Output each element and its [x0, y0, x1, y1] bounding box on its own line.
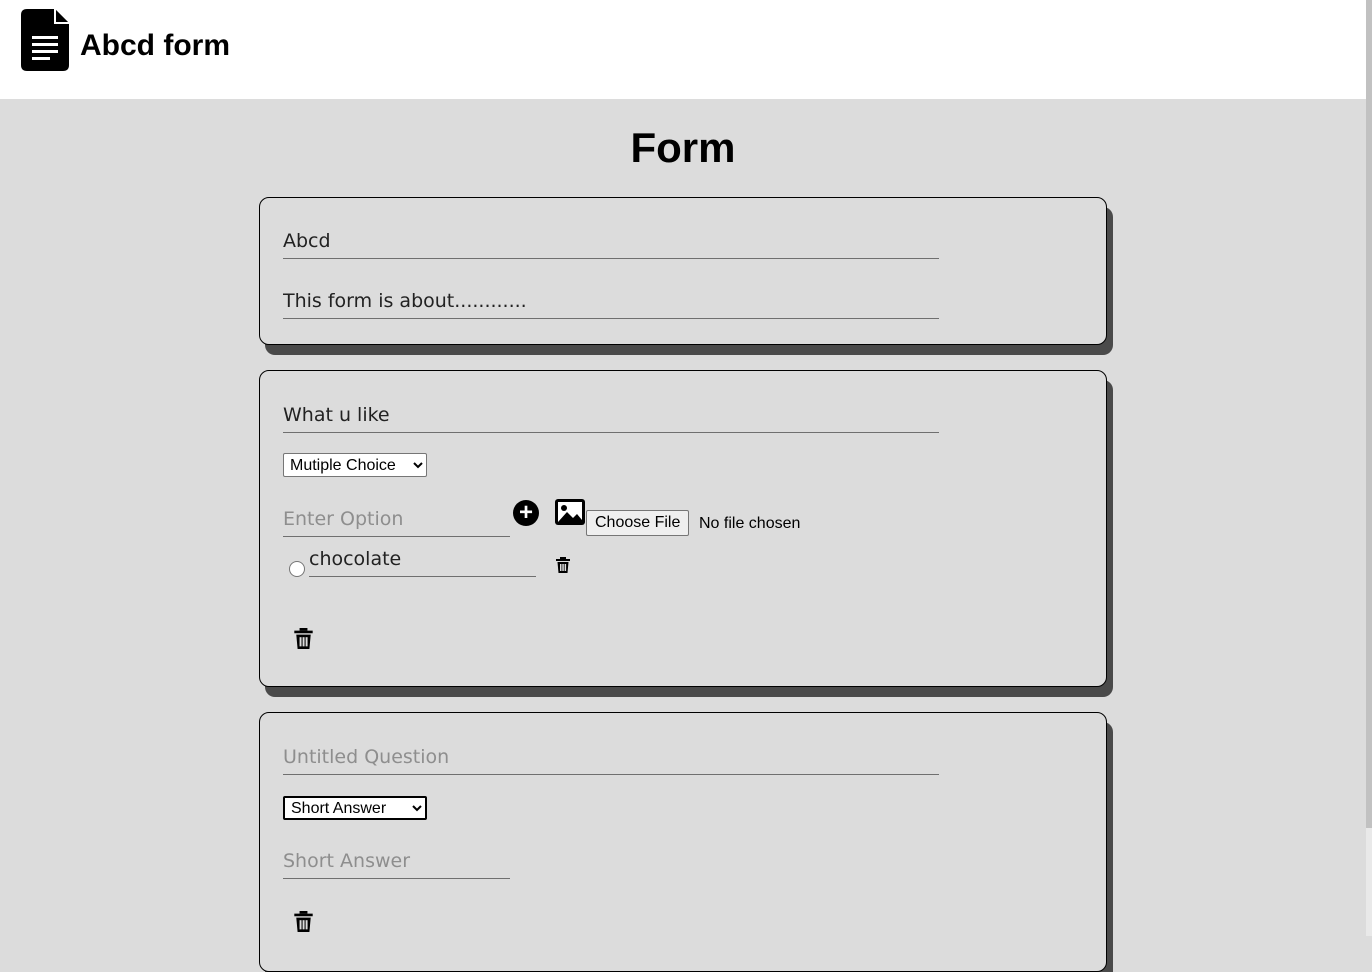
page-title: Form [630, 124, 736, 171]
form-title-input[interactable] [283, 223, 939, 259]
form-description-input[interactable] [283, 283, 939, 319]
delete-question-trash-icon[interactable] [294, 628, 313, 649]
file-status-text: No file chosen [699, 515, 801, 532]
image-icon[interactable] [554, 498, 586, 526]
scrollbar-thumb[interactable] [1366, 0, 1372, 828]
option-radio[interactable] [289, 561, 305, 577]
question-title-input[interactable] [283, 397, 939, 433]
question-type-select[interactable]: Short Answer [283, 796, 427, 820]
app-header: Abcd form [0, 0, 1366, 99]
delete-question-trash-icon[interactable] [294, 911, 313, 932]
form-info-card [259, 197, 1107, 345]
question-title-input[interactable] [283, 739, 939, 775]
question-card: Short Answer [259, 712, 1107, 972]
option-value-input[interactable] [309, 541, 536, 577]
app-title: Abcd form [80, 29, 230, 62]
plus-circle-icon[interactable]: + [513, 500, 539, 526]
document-icon [21, 9, 69, 71]
short-answer-input[interactable] [283, 843, 510, 879]
option-input[interactable] [283, 501, 510, 537]
trash-icon[interactable] [556, 557, 570, 573]
choose-file-button[interactable]: Choose File [586, 510, 690, 536]
question-card: Mutiple Choice + Choose File No file cho… [259, 370, 1107, 687]
question-type-select[interactable]: Mutiple Choice [283, 453, 427, 477]
